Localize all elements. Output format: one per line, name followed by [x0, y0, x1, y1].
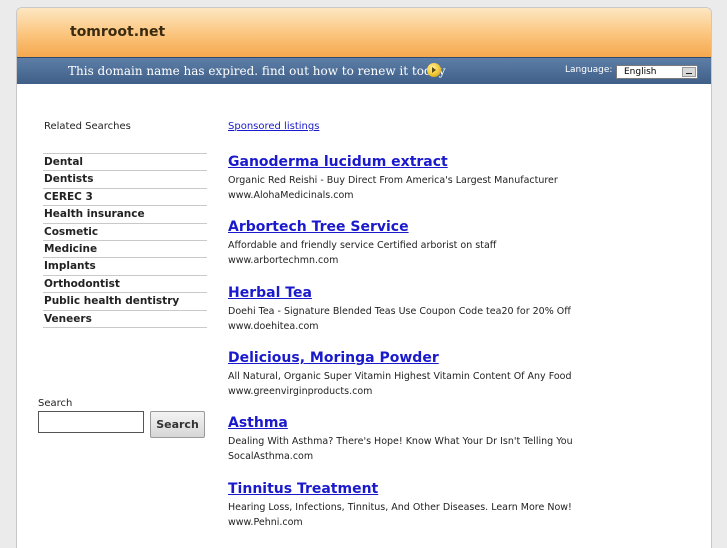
listing: Delicious, Moringa Powder All Natural, O… — [228, 349, 698, 398]
related-item-cerec-3[interactable]: CEREC 3 — [43, 189, 207, 207]
search-label: Search — [38, 398, 73, 409]
related-searches-title: Related Searches — [44, 121, 131, 132]
related-item-veneers[interactable]: Veneers — [43, 311, 207, 328]
listing: Tinnitus Treatment Hearing Loss, Infecti… — [228, 480, 698, 529]
listing-description: Affordable and friendly service Certifie… — [228, 240, 497, 251]
listing-url[interactable]: www.arbortechmn.com — [228, 254, 698, 267]
listing-url[interactable]: www.Pehni.com — [228, 516, 698, 529]
expired-notice-bar: This domain name has expired. find out h… — [17, 57, 711, 84]
listing-title-link[interactable]: Arbortech Tree Service — [228, 218, 698, 236]
listing: Arbortech Tree Service Affordable and fr… — [228, 218, 698, 267]
listing-description: All Natural, Organic Super Vitamin Highe… — [228, 371, 572, 382]
listing-url[interactable]: www.AlohaMedicinals.com — [228, 189, 698, 202]
related-item-implants[interactable]: Implants — [43, 258, 207, 276]
arrow-right-circle-icon[interactable] — [427, 63, 441, 77]
listing: Herbal Tea Doehi Tea - Signature Blended… — [228, 284, 698, 333]
listing-title-link[interactable]: Herbal Tea — [228, 284, 698, 302]
language-label: Language: — [565, 65, 613, 75]
listing-title-link[interactable]: Tinnitus Treatment — [228, 480, 698, 498]
dropdown-icon[interactable] — [682, 67, 696, 77]
language-select-value: English — [624, 67, 657, 77]
listing-url[interactable]: SocalAsthma.com — [228, 450, 698, 463]
related-item-public-health-dentistry[interactable]: Public health dentistry — [43, 293, 207, 311]
search-input[interactable] — [38, 411, 144, 433]
related-item-health-insurance[interactable]: Health insurance — [43, 206, 207, 224]
related-item-dentists[interactable]: Dentists — [43, 171, 207, 189]
header-bar: tomroot.net — [17, 8, 711, 57]
expired-notice-link[interactable]: This domain name has expired. find out h… — [68, 64, 446, 78]
listing-title-link[interactable]: Asthma — [228, 414, 698, 432]
listing: Asthma Dealing With Asthma? There's Hope… — [228, 414, 698, 463]
listing-description: Organic Red Reishi - Buy Direct From Ame… — [228, 175, 558, 186]
listing-description: Dealing With Asthma? There's Hope! Know … — [228, 436, 573, 447]
related-searches-list: Dental Dentists CEREC 3 Health insurance… — [43, 153, 207, 328]
sponsored-listings-link[interactable]: Sponsored listings — [228, 121, 319, 132]
related-item-cosmetic[interactable]: Cosmetic — [43, 224, 207, 241]
site-name: tomroot.net — [70, 24, 166, 40]
listing: Ganoderma lucidum extract Organic Red Re… — [228, 153, 698, 202]
page-frame: tomroot.net This domain name has expired… — [16, 7, 712, 548]
listing-description: Doehi Tea - Signature Blended Teas Use C… — [228, 306, 571, 317]
listing-description: Hearing Loss, Infections, Tinnitus, And … — [228, 502, 572, 513]
listing-url[interactable]: www.greenvirginproducts.com — [228, 385, 698, 398]
related-item-dental[interactable]: Dental — [43, 154, 207, 172]
related-item-orthodontist[interactable]: Orthodontist — [43, 276, 207, 294]
related-item-medicine[interactable]: Medicine — [43, 241, 207, 259]
listing-url[interactable]: www.doehitea.com — [228, 320, 698, 333]
language-select[interactable]: English — [616, 65, 698, 79]
listing-title-link[interactable]: Ganoderma lucidum extract — [228, 153, 698, 171]
search-button[interactable]: Search — [150, 411, 205, 438]
listing-title-link[interactable]: Delicious, Moringa Powder — [228, 349, 698, 367]
